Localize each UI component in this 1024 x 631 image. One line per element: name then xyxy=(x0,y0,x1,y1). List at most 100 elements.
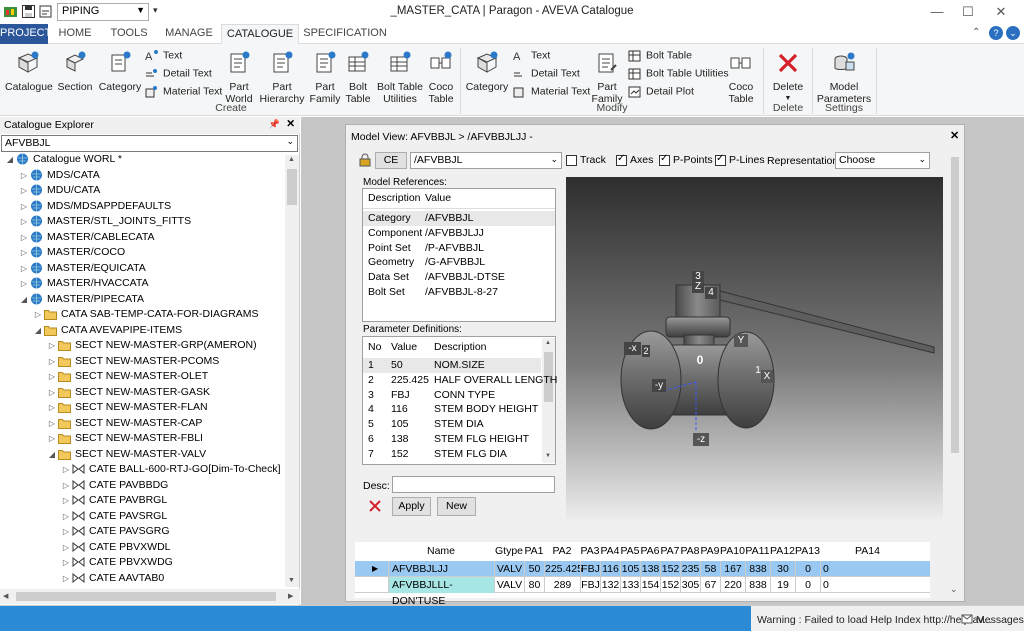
module-combo[interactable]: PIPING ▼ xyxy=(57,3,149,21)
grid-header-cell[interactable]: PA7 xyxy=(660,542,680,561)
grid-header-cell[interactable]: PA3 xyxy=(580,542,600,561)
collapse-arrow-icon[interactable]: ◢ xyxy=(32,323,44,339)
grid-cell[interactable]: 0 xyxy=(795,577,820,593)
messages-label[interactable]: Messages xyxy=(976,614,1024,626)
expand-arrow-icon[interactable]: ▷ xyxy=(60,478,72,494)
expand-arrow-icon[interactable]: ▷ xyxy=(18,199,30,215)
vertical-scrollbar[interactable]: ▲ ▼ xyxy=(285,155,299,587)
grid-header-cell[interactable]: PA4 xyxy=(600,542,620,561)
help-icon[interactable]: ? xyxy=(989,26,1003,40)
grid-cell[interactable]: 225.425 xyxy=(544,561,583,577)
tree-node[interactable]: ▷ MDS/MDSAPPDEFAULTS xyxy=(18,199,171,215)
grid-cell[interactable]: 838 xyxy=(745,561,770,577)
category-button[interactable]: Category xyxy=(98,50,142,93)
reference-row[interactable]: Component/AFVBBJLJJ xyxy=(363,226,555,241)
parameter-row[interactable]: 7 152 STEM FLG DIA xyxy=(363,447,541,462)
ppoints-checkbox-box[interactable] xyxy=(659,153,670,166)
scroll-up-icon[interactable]: ▲ xyxy=(288,156,295,163)
parameter-row[interactable]: 4 116 STEM BODY HEIGHT xyxy=(363,402,541,417)
3d-viewport[interactable]: 3 Z 4 Y -x 2 0 -y 1 X -z xyxy=(566,177,943,520)
grid-cell[interactable]: 58 xyxy=(700,561,720,577)
explorer-search-input[interactable]: AFVBBJL ⌄ xyxy=(1,135,298,152)
representation-select[interactable]: Choose ⌄ xyxy=(835,152,930,169)
grid-scrollbar[interactable]: ⌄ xyxy=(932,542,962,598)
expand-arrow-icon[interactable]: ▷ xyxy=(18,276,30,292)
dialog-scrollbar[interactable] xyxy=(949,157,961,453)
tree-node[interactable]: ▷ CATE PAVSGRG xyxy=(60,524,170,540)
grid-cell[interactable]: 152 xyxy=(660,561,680,577)
lock-icon[interactable] xyxy=(358,153,372,167)
expand-arrow-icon[interactable]: ▷ xyxy=(18,261,30,277)
options-icon[interactable]: ⌄ xyxy=(1006,26,1020,40)
grid-header-cell[interactable]: Name xyxy=(388,542,494,561)
tree-node[interactable]: ◢ CATA AVEVAPIPE-ITEMS xyxy=(32,323,182,339)
tab-home[interactable]: HOME xyxy=(52,24,98,44)
tree-node[interactable]: ▷ MASTER/STL_JOINTS_FITTS xyxy=(18,214,191,230)
reference-row[interactable]: Geometry/G-AFVBBJL xyxy=(363,255,555,270)
track-checkbox[interactable]: Track xyxy=(566,154,606,166)
expand-arrow-icon[interactable]: ▷ xyxy=(46,369,58,385)
bolt-table-utilities-button[interactable]: Bolt Table Utilities xyxy=(376,50,424,105)
text-button[interactable]: A Text xyxy=(145,49,182,62)
expand-arrow-icon[interactable]: ▷ xyxy=(46,400,58,416)
tree-node[interactable]: ▷ MDS/CATA xyxy=(18,168,100,184)
tree-node[interactable]: ◢ MASTER/PIPECATA xyxy=(18,292,144,308)
tree-node[interactable]: ◢ SECT NEW-MASTER-VALV xyxy=(46,447,206,463)
grid-cell[interactable]: 154 xyxy=(640,577,660,593)
grid-cell[interactable]: VALV xyxy=(494,577,524,593)
expand-arrow-icon[interactable]: ▷ xyxy=(46,338,58,354)
clear-icon[interactable] xyxy=(368,499,382,513)
expand-arrow-icon[interactable]: ▷ xyxy=(18,245,30,261)
tree-node[interactable]: ▷ SECT NEW-MASTER-PCOMS xyxy=(46,354,219,370)
grid-cell[interactable]: 30 xyxy=(770,561,795,577)
customize-icon[interactable]: ▾ xyxy=(153,5,158,16)
tree-node[interactable]: ◢ Catalogue WORL * xyxy=(4,152,122,168)
expand-arrow-icon[interactable]: ▷ xyxy=(46,385,58,401)
modify-category-button[interactable]: Category xyxy=(464,50,510,93)
scroll-right-icon[interactable]: ▶ xyxy=(288,592,293,600)
dialog-scroll-thumb[interactable] xyxy=(951,157,959,453)
grid-header-cell[interactable]: PA14 xyxy=(820,542,915,561)
expand-arrow-icon[interactable]: ▷ xyxy=(60,462,72,478)
reference-row[interactable]: Data Set/AFVBBJL-DTSE xyxy=(363,270,555,285)
scroll-down-icon[interactable]: ▼ xyxy=(288,577,295,584)
chevron-down-icon[interactable]: ⌄ xyxy=(918,154,926,165)
expand-arrow-icon[interactable]: ▷ xyxy=(60,509,72,525)
chevron-down-icon[interactable]: ⌄ xyxy=(286,136,294,147)
grid-header-cell[interactable]: PA10 xyxy=(720,542,745,561)
grid-cell[interactable]: 0 xyxy=(820,561,915,577)
detail-text-button[interactable]: Detail Text xyxy=(145,67,212,80)
expand-arrow-icon[interactable]: ▷ xyxy=(60,540,72,556)
grid-cell[interactable]: 235 xyxy=(680,561,700,577)
collapse-arrow-icon[interactable]: ◢ xyxy=(4,152,16,168)
parameter-row[interactable]: 1 50 NOM.SIZE xyxy=(363,358,541,373)
tab-manage[interactable]: MANAGE xyxy=(160,24,218,44)
parameter-row[interactable]: 6 138 STEM FLG HEIGHT xyxy=(363,432,541,447)
grid-cell[interactable]: 133 xyxy=(620,577,640,593)
grid-cell[interactable]: AFVBBJLJJ xyxy=(388,561,494,577)
messages-icon[interactable] xyxy=(961,613,973,625)
tree-node[interactable]: ▷ SECT NEW-MASTER-FBLI xyxy=(46,431,203,447)
expand-arrow-icon[interactable]: ▷ xyxy=(46,354,58,370)
parameter-row[interactable]: 3 FBJ CONN TYPE xyxy=(363,388,541,403)
grid-cell[interactable]: 50 xyxy=(524,561,544,577)
expand-arrow-icon[interactable]: ▷ xyxy=(60,524,72,540)
detail-plot-button[interactable]: Detail Plot xyxy=(628,85,694,98)
grid-header-cell[interactable]: Gtype xyxy=(494,542,524,561)
grid-cell[interactable]: FBJ xyxy=(580,577,600,593)
grid-cell[interactable]: 220 xyxy=(720,577,745,593)
new-button[interactable]: New xyxy=(437,497,476,516)
tree-node[interactable]: ▷ CATE PAVBBDG xyxy=(60,478,168,494)
undo-icon[interactable] xyxy=(38,4,53,19)
grid-cell[interactable]: 67 xyxy=(700,577,720,593)
parameter-row[interactable]: 5 105 STEM DIA xyxy=(363,417,541,432)
parameter-row[interactable]: 2 225.425 HALF OVERALL LENGTH xyxy=(363,373,557,388)
scroll-up-icon[interactable]: ▲ xyxy=(545,340,551,346)
grid-cell[interactable]: 167 xyxy=(720,561,745,577)
grid-cell[interactable]: 152 xyxy=(660,577,680,593)
track-checkbox-box[interactable] xyxy=(566,154,577,166)
part-world-button[interactable]: Part World xyxy=(222,50,256,105)
modify-part-family-button[interactable]: Part Family xyxy=(590,50,624,105)
expand-arrow-icon[interactable]: ▷ xyxy=(18,214,30,230)
expand-arrow-icon[interactable]: ▷ xyxy=(18,230,30,246)
